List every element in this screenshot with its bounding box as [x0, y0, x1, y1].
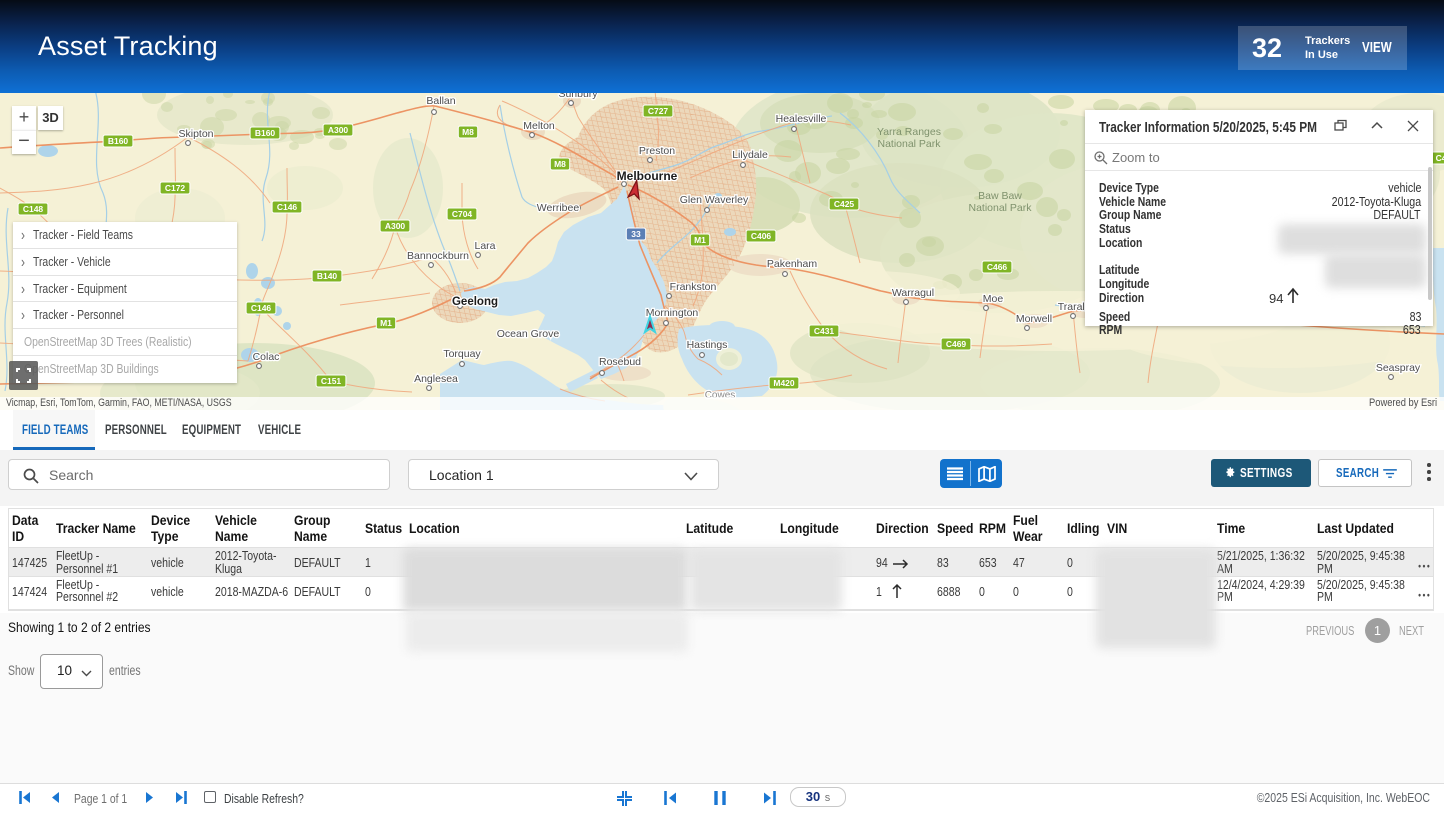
svg-text:Colac: Colac — [253, 351, 280, 363]
svg-text:National Park: National Park — [968, 202, 1032, 214]
svg-text:C406: C406 — [751, 231, 772, 241]
svg-text:Preston: Preston — [639, 145, 675, 157]
svg-text:Morwell: Morwell — [1016, 313, 1052, 325]
svg-text:Glen Waverley: Glen Waverley — [680, 194, 749, 206]
svg-text:Sunbury: Sunbury — [558, 93, 598, 100]
svg-text:M8: M8 — [554, 159, 566, 169]
svg-text:Lara: Lara — [474, 240, 495, 252]
svg-text:Bannockburn: Bannockburn — [407, 250, 469, 262]
svg-text:C151: C151 — [321, 376, 342, 386]
svg-text:A300: A300 — [328, 125, 349, 135]
svg-text:Geelong: Geelong — [452, 296, 498, 308]
svg-text:C4: C4 — [1436, 153, 1444, 163]
svg-text:Frankston: Frankston — [670, 281, 717, 293]
svg-text:Moe: Moe — [983, 293, 1004, 305]
svg-text:C469: C469 — [946, 339, 967, 349]
svg-text:Seaspray: Seaspray — [1376, 362, 1421, 374]
svg-text:33: 33 — [631, 229, 641, 239]
svg-text:Pakenham: Pakenham — [767, 258, 817, 270]
svg-text:C704: C704 — [452, 209, 473, 219]
svg-text:Warragul: Warragul — [892, 287, 934, 299]
svg-text:Anglesea: Anglesea — [414, 373, 458, 385]
svg-text:Melbourne: Melbourne — [617, 169, 678, 183]
svg-text:C466: C466 — [987, 262, 1008, 272]
svg-text:Rosebud: Rosebud — [599, 356, 641, 368]
svg-text:Mornington: Mornington — [646, 307, 699, 319]
svg-text:B140: B140 — [317, 271, 338, 281]
svg-text:C431: C431 — [814, 326, 835, 336]
svg-text:C146: C146 — [277, 202, 298, 212]
svg-text:Healesville: Healesville — [776, 113, 827, 125]
svg-text:A300: A300 — [385, 221, 406, 231]
svg-text:Ocean Grove: Ocean Grove — [497, 328, 560, 340]
svg-text:Melton: Melton — [523, 120, 555, 132]
svg-text:C146: C146 — [251, 303, 272, 313]
svg-text:Torquay: Torquay — [443, 348, 481, 360]
svg-text:Hastings: Hastings — [687, 339, 728, 351]
svg-text:M1: M1 — [380, 318, 392, 328]
svg-text:C172: C172 — [165, 183, 186, 193]
svg-text:M1: M1 — [694, 235, 706, 245]
svg-text:B160: B160 — [255, 128, 276, 138]
svg-text:C425: C425 — [834, 199, 855, 209]
svg-text:Lilydale: Lilydale — [732, 149, 768, 161]
svg-text:National Park: National Park — [877, 138, 941, 150]
svg-text:Yarra Ranges: Yarra Ranges — [877, 126, 941, 138]
svg-text:Skipton: Skipton — [178, 128, 213, 140]
svg-text:Werribee: Werribee — [537, 202, 580, 214]
svg-text:Ballan: Ballan — [426, 95, 455, 107]
svg-text:C148: C148 — [23, 204, 44, 214]
svg-text:M8: M8 — [462, 127, 474, 137]
svg-text:C727: C727 — [648, 106, 669, 116]
svg-text:B160: B160 — [108, 136, 129, 146]
svg-text:Baw Baw: Baw Baw — [978, 190, 1022, 202]
svg-text:M420: M420 — [773, 378, 795, 388]
